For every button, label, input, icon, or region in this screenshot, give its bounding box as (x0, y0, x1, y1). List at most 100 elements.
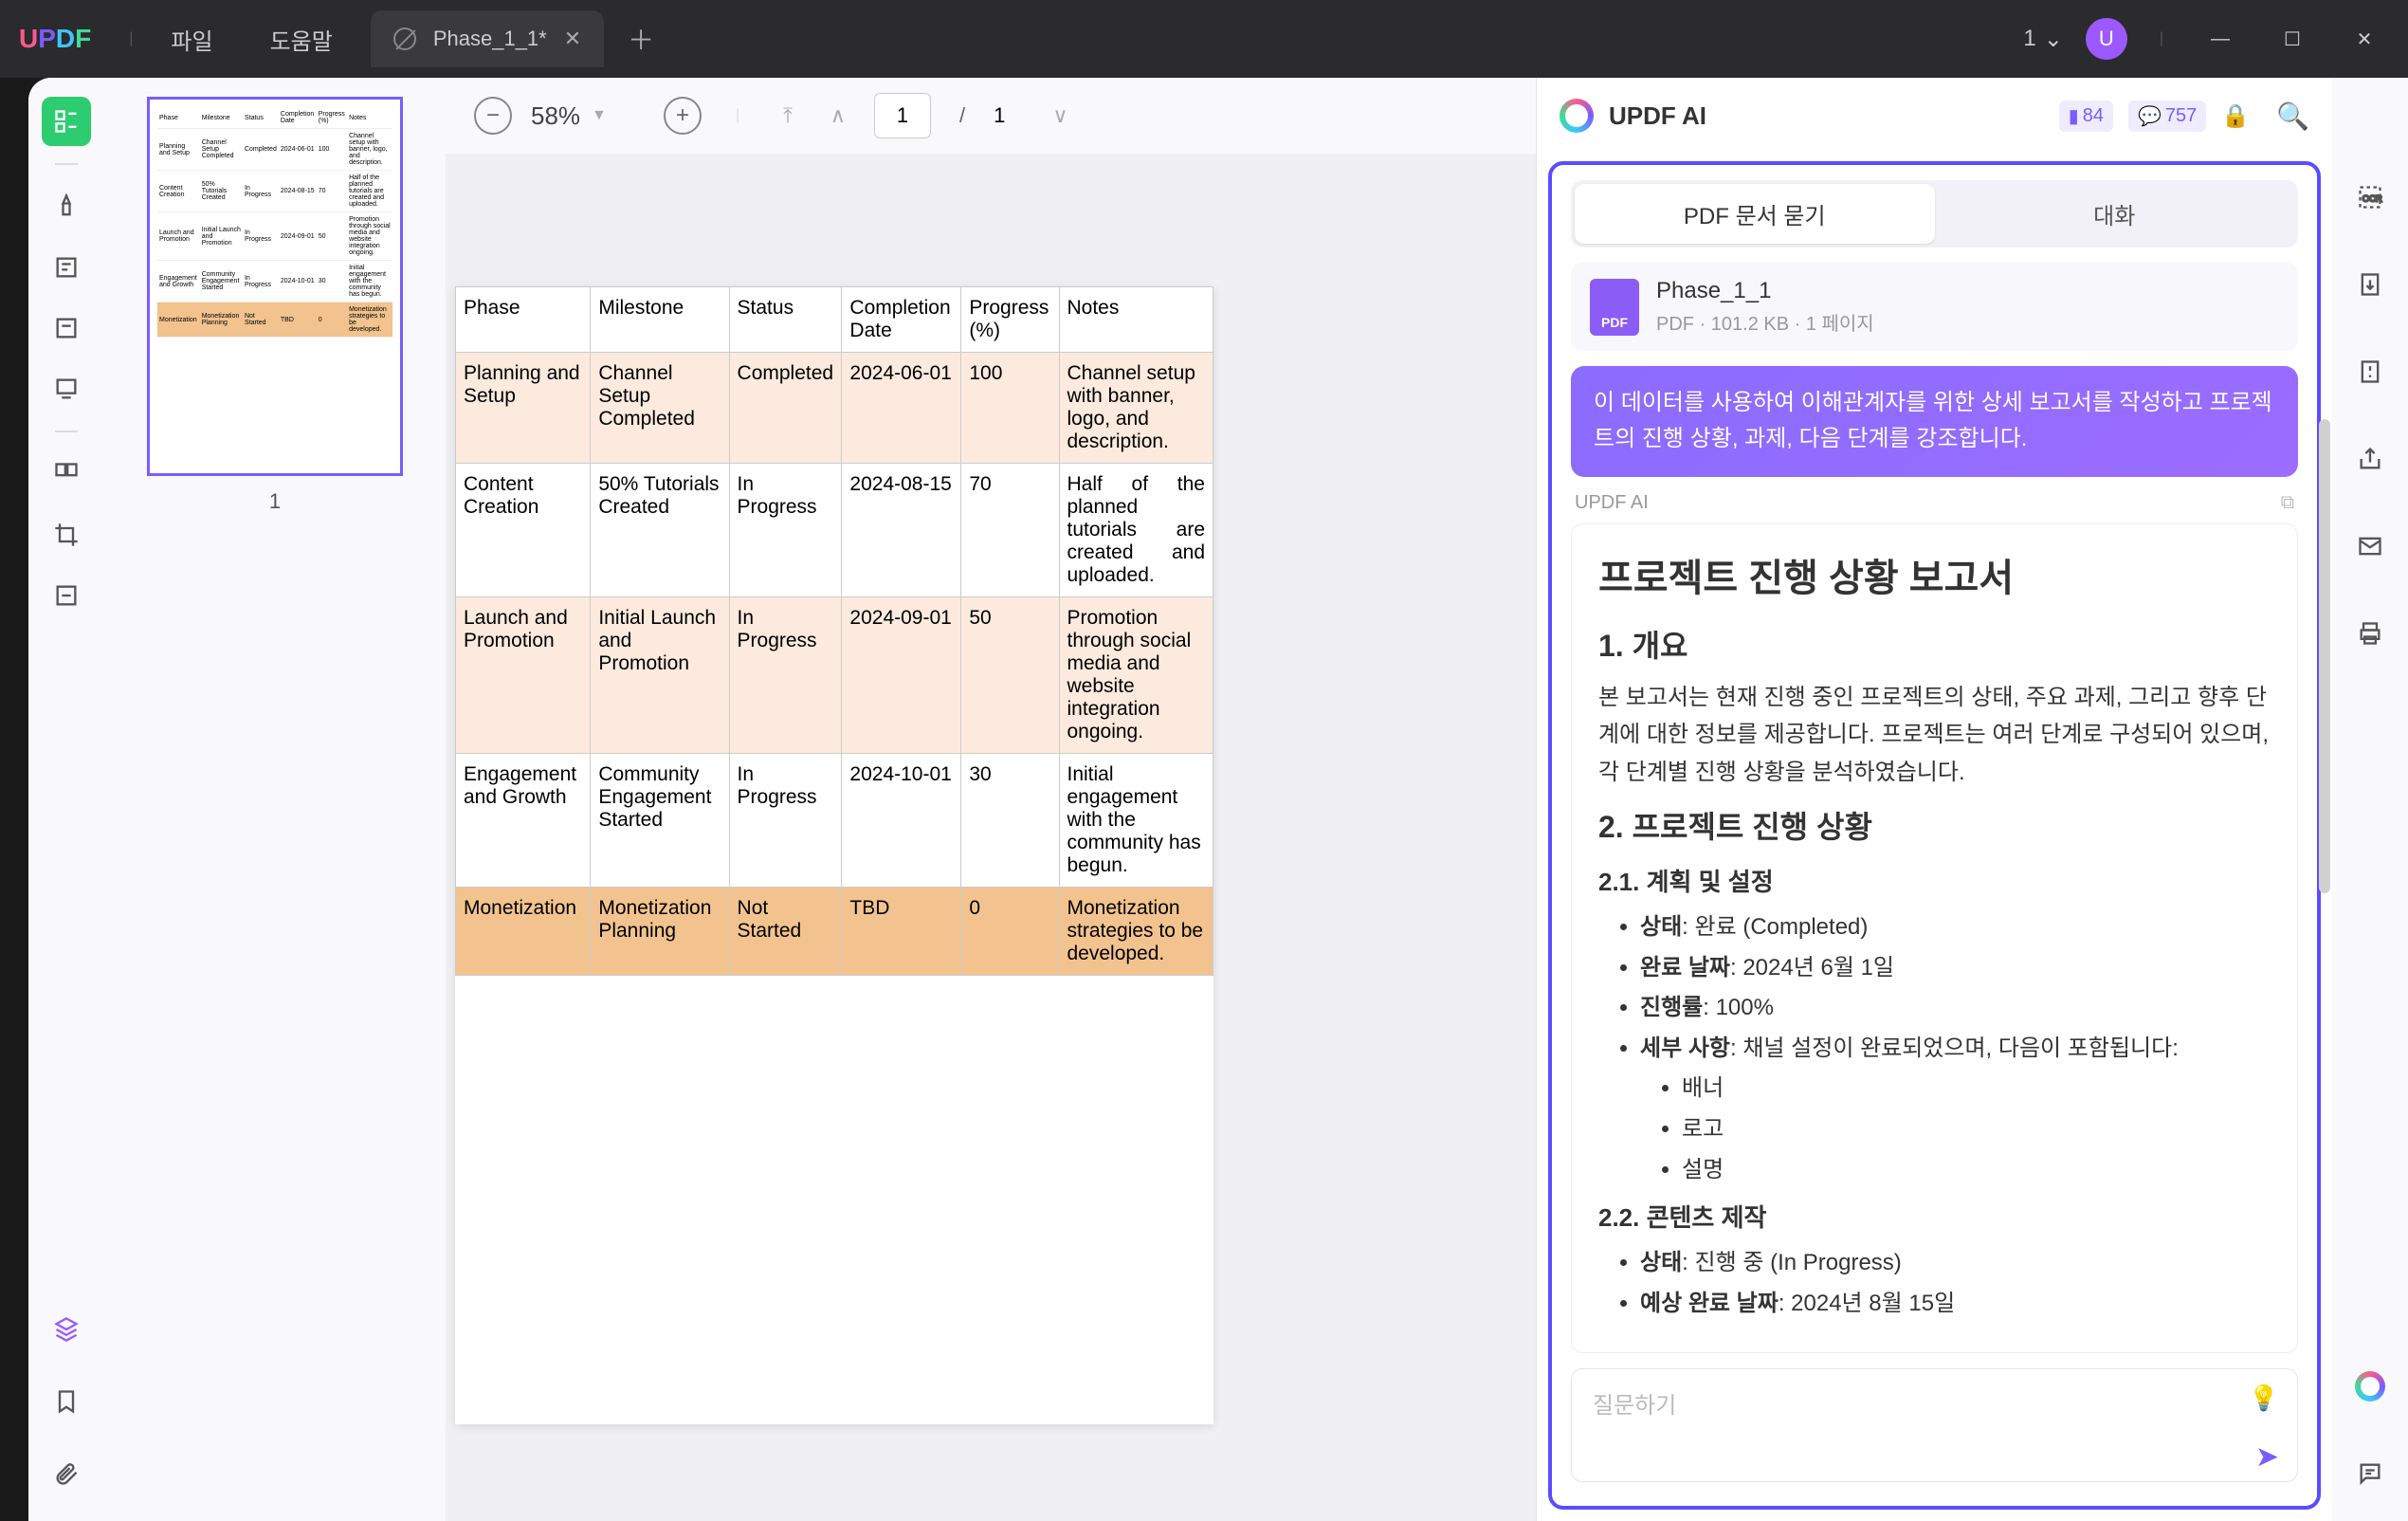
report-title: 프로젝트 진행 상황 보고서 (1598, 547, 2271, 610)
redact-tool[interactable] (42, 571, 91, 620)
col-notes: Notes (1059, 287, 1213, 353)
tab-close-icon[interactable]: ✕ (564, 27, 581, 51)
list-item: 진행률: 100% (1640, 989, 2271, 1027)
tab-title: Phase_1_1* (433, 27, 547, 51)
page-number-input[interactable] (874, 93, 931, 138)
document-tab[interactable]: Phase_1_1* ✕ (371, 10, 604, 67)
user-message: 이 데이터를 사용하여 이해관계자를 위한 상세 보고서를 작성하고 프로젝트의… (1571, 366, 2298, 477)
section-overview: 1. 개요 (1598, 621, 2271, 671)
subsection-planning: 2.1. 계획 및 설정 (1598, 862, 2271, 903)
first-page-button[interactable]: ⤒ (774, 103, 802, 128)
menu-help[interactable]: 도움말 (242, 23, 361, 56)
list-item: 상태: 진행 중 (In Progress) (1640, 1244, 2271, 1282)
ai-title: UPDF AI (1609, 101, 1706, 131)
col-status: Status (729, 287, 842, 353)
table-row: Planning and SetupChannel Setup Complete… (456, 353, 1213, 464)
ai-input-box: 💡 ➤ (1571, 1368, 2298, 1487)
form-tool[interactable] (42, 364, 91, 413)
copy-icon[interactable]: ⧉ (2281, 492, 2294, 514)
crop-tool[interactable] (42, 510, 91, 559)
highlight-tool[interactable] (42, 182, 91, 231)
email-button[interactable] (2345, 522, 2395, 571)
file-meta: PDF · 101.2 KB · 1 페이지 (1656, 308, 1874, 336)
file-name: Phase_1_1 (1656, 278, 1874, 304)
document-toolbar: − 58%▼ + | ⤒ ∧ / 1 ∨ (446, 78, 1536, 154)
window-count-dropdown[interactable]: 1⌄ (2023, 26, 2062, 53)
pdf-page: Phase Milestone Status Completion Date P… (455, 286, 1213, 1424)
ai-logo-icon (1560, 99, 1594, 133)
pdf-file-icon: PDF (1590, 279, 1639, 336)
new-tab-button[interactable]: ＋ (621, 19, 661, 59)
ai-header: UPDF AI ▮84 💬757 🔒 🔍 (1537, 78, 2332, 154)
list-item: 예상 완료 날짜: 2024년 8월 15일 (1640, 1285, 2271, 1323)
attachment-button[interactable] (42, 1449, 91, 1498)
maximize-button[interactable]: ☐ (2268, 20, 2317, 58)
ai-response-label: UPDF AI ⧉ (1575, 492, 2294, 514)
organize-tool[interactable] (42, 449, 91, 499)
send-button[interactable]: ➤ (2255, 1440, 2279, 1474)
subsection-content: 2.2. 콘텐츠 제작 (1598, 1198, 2271, 1238)
ocr-button[interactable]: OCR (2345, 173, 2395, 222)
comment-button[interactable] (2345, 1449, 2395, 1498)
list-item: 설명 (1682, 1151, 2271, 1189)
menu-file[interactable]: 파일 (142, 23, 241, 56)
list-item: 세부 사항: 채널 설정이 완료되었으며, 다음이 포함됩니다: 배너 로고 설… (1640, 1030, 2271, 1188)
ai-tabs: PDF 문서 묻기 대화 (1571, 180, 2298, 247)
col-date: Completion Date (842, 287, 961, 353)
search-icon[interactable]: 🔍 (2276, 101, 2309, 132)
stat-pages: ▮84 (2059, 101, 2113, 132)
ai-assistant-button[interactable] (2345, 1362, 2395, 1411)
compress-button[interactable] (2345, 347, 2395, 396)
col-milestone: Milestone (591, 287, 729, 353)
page-thumbnail[interactable]: PhaseMilestoneStatusCompletion DateProgr… (147, 97, 403, 476)
ai-panel: UPDF AI ▮84 💬757 🔒 🔍 PDF 문서 묻기 대화 PDF Ph… (1536, 78, 2332, 1521)
list-item: 배너 (1682, 1070, 2271, 1108)
svg-text:OCR: OCR (2362, 194, 2382, 204)
col-progress: Progress (%) (961, 287, 1059, 353)
user-avatar[interactable]: U (2086, 18, 2127, 60)
document-area: − 58%▼ + | ⤒ ∧ / 1 ∨ Phase Milestone Sta… (446, 78, 1536, 1521)
file-card[interactable]: PDF Phase_1_1 PDF · 101.2 KB · 1 페이지 (1571, 263, 2298, 351)
zoom-out-button[interactable]: − (474, 97, 512, 135)
table-row: Launch and PromotionInitial Launch and P… (456, 597, 1213, 754)
lock-icon[interactable]: 🔒 (2221, 102, 2250, 130)
pdf-table: Phase Milestone Status Completion Date P… (455, 286, 1213, 976)
convert-button[interactable] (2345, 260, 2395, 309)
chevron-down-icon: ▼ (592, 107, 607, 124)
thumbnails-button[interactable] (42, 97, 91, 146)
share-button[interactable] (2345, 434, 2395, 484)
close-button[interactable]: ✕ (2340, 20, 2389, 58)
prev-page-button[interactable]: ∧ (821, 103, 855, 128)
annotate-tool[interactable] (42, 243, 91, 292)
left-sidebar (28, 78, 104, 1521)
table-row: Content Creation50% Tutorials CreatedIn … (456, 464, 1213, 597)
edit-tool[interactable] (42, 303, 91, 353)
question-input[interactable] (1571, 1368, 2298, 1482)
right-sidebar: OCR (2332, 78, 2408, 1521)
list-item: 상태: 완료 (Completed) (1640, 908, 2271, 946)
tab-doc-icon (393, 27, 416, 50)
col-phase: Phase (456, 287, 591, 353)
next-page-button[interactable]: ∨ (1043, 103, 1077, 128)
tab-ask-pdf[interactable]: PDF 문서 묻기 (1575, 184, 1935, 244)
list-item: 로고 (1682, 1110, 2271, 1148)
layers-button[interactable] (42, 1305, 91, 1354)
minimize-button[interactable]: — (2196, 20, 2245, 58)
zoom-dropdown[interactable]: 58%▼ (531, 101, 645, 131)
tab-chat[interactable]: 대화 (1935, 184, 2295, 244)
app-logo: UPDF (19, 24, 91, 54)
print-button[interactable] (2345, 609, 2395, 658)
page-total: 1 (994, 103, 1005, 128)
thumbnail-panel: PhaseMilestoneStatusCompletion DateProgr… (104, 78, 446, 1521)
hint-icon[interactable]: 💡 (2249, 1384, 2279, 1413)
bookmark-button[interactable] (42, 1377, 91, 1426)
titlebar: UPDF | 파일 도움말 Phase_1_1* ✕ ＋ 1⌄ U | — ☐ … (0, 0, 2408, 78)
table-row: MonetizationMonetization PlanningNot Sta… (456, 888, 1213, 976)
list-item: 완료 날짜: 2024년 6월 1일 (1640, 949, 2271, 987)
section-progress: 2. 프로젝트 진행 상황 (1598, 802, 2271, 852)
ai-response: 프로젝트 진행 상황 보고서 1. 개요 본 보고서는 현재 진행 중인 프로젝… (1571, 523, 2298, 1353)
document-viewport[interactable]: Phase Milestone Status Completion Date P… (446, 154, 1536, 1521)
table-row: Engagement and GrowthCommunity Engagemen… (456, 754, 1213, 888)
chevron-down-icon: ⌄ (2044, 26, 2063, 53)
zoom-in-button[interactable]: + (664, 97, 702, 135)
